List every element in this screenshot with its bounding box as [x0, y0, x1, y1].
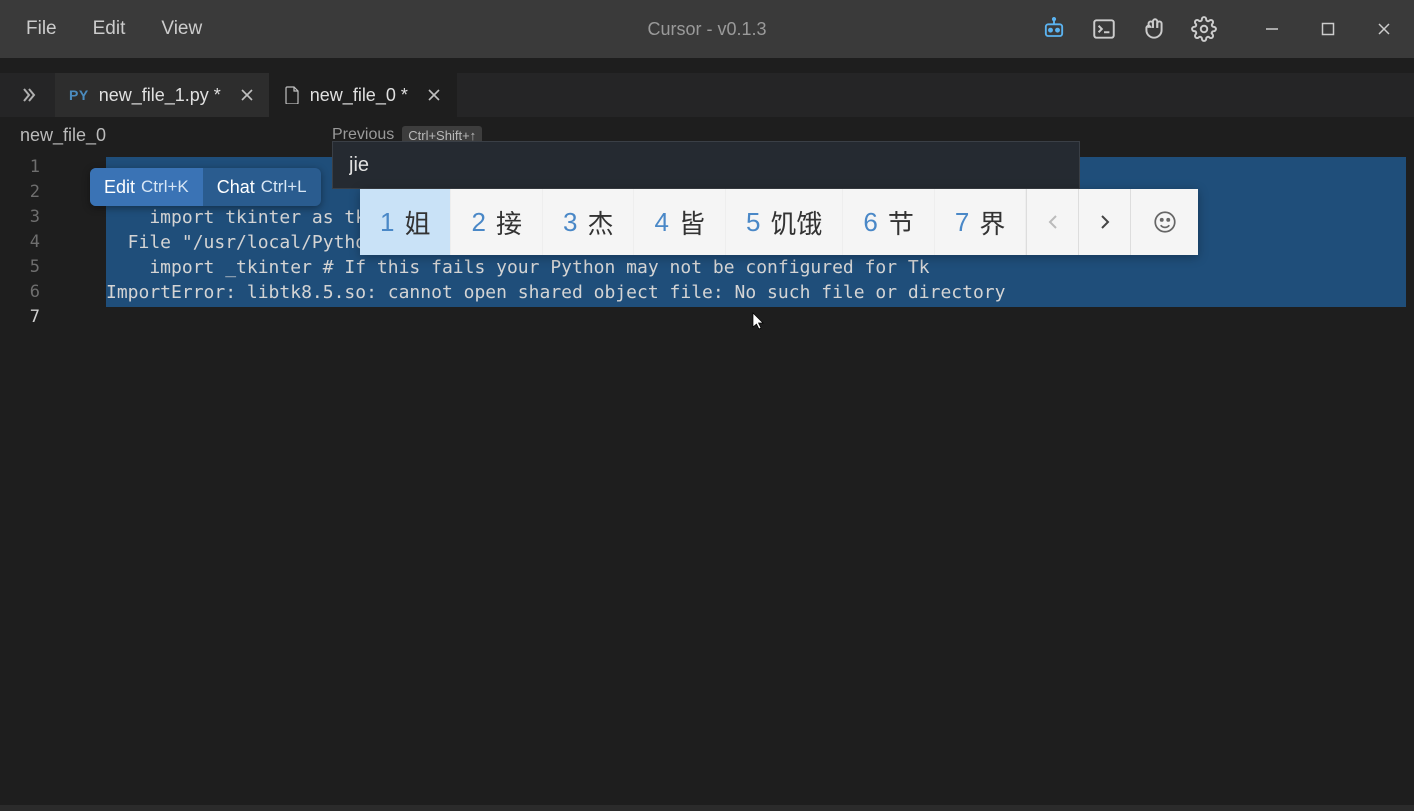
editor-area[interactable]: 1 2 3 4 5 6 7 import tkinter as tk File …	[0, 153, 1414, 805]
line-number: 3	[0, 207, 58, 232]
ime-candidate-text: 节	[888, 204, 914, 241]
ime-candidate-number: 2	[471, 207, 485, 238]
ime-candidate-3[interactable]: 3 杰	[543, 189, 634, 255]
python-file-icon: PY	[69, 87, 89, 103]
code-line: import _tkinter # If this fails your Pyt…	[106, 257, 1406, 282]
robot-icon[interactable]	[1040, 15, 1068, 43]
ime-candidate-number: 3	[563, 207, 577, 238]
maximize-button[interactable]	[1314, 15, 1342, 43]
inline-chat-action[interactable]: Chat Ctrl+L	[203, 168, 321, 206]
titlebar: File Edit View Cursor - v0.1.3	[0, 0, 1414, 58]
titlebar-actions	[1040, 15, 1406, 43]
command-input-bar	[332, 141, 1080, 189]
app-title: Cursor - v0.1.3	[647, 19, 766, 40]
ime-nav	[1026, 189, 1130, 255]
ime-candidate-1[interactable]: 1 姐	[360, 189, 451, 255]
wave-icon[interactable]	[1140, 15, 1168, 43]
tab-label: new_file_1.py *	[99, 85, 221, 106]
inline-edit-shortcut: Ctrl+K	[141, 177, 189, 197]
terminal-icon[interactable]	[1090, 15, 1118, 43]
gear-icon[interactable]	[1190, 15, 1218, 43]
ime-candidate-6[interactable]: 6 节	[843, 189, 934, 255]
code-line	[106, 307, 1406, 332]
menu-file[interactable]: File	[8, 12, 75, 46]
inline-chat-shortcut: Ctrl+L	[261, 177, 307, 197]
window-controls	[1258, 15, 1398, 43]
tab-bar: PY new_file_1.py * new_file_0 *	[0, 73, 1414, 117]
minimize-button[interactable]	[1258, 15, 1286, 43]
menu-view[interactable]: View	[143, 12, 220, 46]
ime-candidate-number: 7	[955, 207, 969, 238]
close-icon[interactable]	[426, 87, 442, 103]
ime-candidate-text: 界	[979, 204, 1005, 241]
ime-candidate-number: 5	[746, 207, 760, 238]
tab-new-file-1-py[interactable]: PY new_file_1.py *	[55, 73, 270, 117]
menu-bar: File Edit View	[8, 12, 220, 46]
ime-candidate-text: 皆	[679, 204, 705, 241]
file-icon	[284, 86, 300, 104]
ime-candidate-4[interactable]: 4 皆	[634, 189, 725, 255]
ime-candidate-text: 姐	[404, 204, 430, 241]
ime-candidate-text: 饥饿	[770, 204, 822, 241]
tab-label: new_file_0 *	[310, 85, 408, 106]
ime-next-button[interactable]	[1078, 189, 1130, 255]
inline-edit-action[interactable]: Edit Ctrl+K	[90, 168, 203, 206]
tab-overflow-button[interactable]	[0, 73, 55, 117]
inline-chat-label: Chat	[217, 177, 255, 198]
ime-candidate-bar: 1 姐 2 接 3 杰 4 皆 5 饥饿 6 节 7 界	[360, 189, 1198, 255]
ime-emoji-button[interactable]	[1130, 189, 1198, 255]
ime-candidate-number: 6	[863, 207, 877, 238]
ime-candidate-2[interactable]: 2 接	[451, 189, 542, 255]
status-bar	[0, 805, 1414, 811]
breadcrumb[interactable]: new_file_0	[20, 125, 106, 146]
ime-candidate-text: 接	[496, 204, 522, 241]
menu-edit[interactable]: Edit	[75, 12, 144, 46]
line-number: 6	[0, 282, 58, 307]
inline-action-popup: Edit Ctrl+K Chat Ctrl+L	[90, 168, 321, 206]
close-button[interactable]	[1370, 15, 1398, 43]
code-line: ImportError: libtk8.5.so: cannot open sh…	[106, 282, 1406, 307]
ime-candidate-number: 4	[654, 207, 668, 238]
ime-candidate-5[interactable]: 5 饥饿	[726, 189, 843, 255]
line-number: 2	[0, 182, 58, 207]
line-number: 4	[0, 232, 58, 257]
line-number: 1	[0, 157, 58, 182]
inline-edit-label: Edit	[104, 177, 135, 198]
ime-prev-button[interactable]	[1026, 189, 1078, 255]
ime-candidate-number: 1	[380, 207, 394, 238]
line-number-gutter: 1 2 3 4 5 6 7	[0, 157, 58, 332]
ime-candidate-text: 杰	[587, 204, 613, 241]
line-number: 5	[0, 257, 58, 282]
tab-new-file-0[interactable]: new_file_0 *	[270, 73, 457, 117]
command-input[interactable]	[349, 154, 1063, 177]
close-icon[interactable]	[239, 87, 255, 103]
line-number: 7	[0, 307, 58, 332]
ime-candidate-7[interactable]: 7 界	[935, 189, 1026, 255]
